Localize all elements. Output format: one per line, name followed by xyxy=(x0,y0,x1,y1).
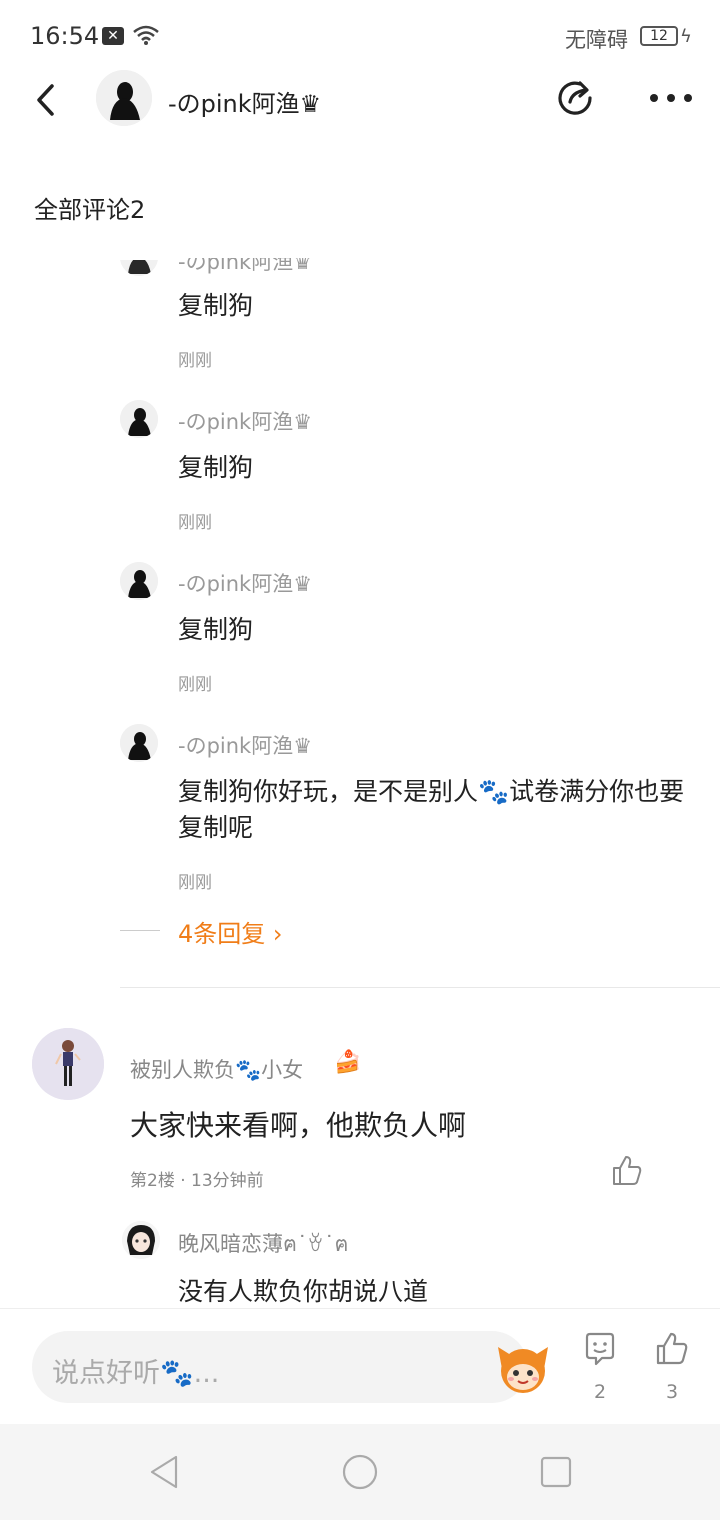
reply-text: 复制狗 xyxy=(178,453,254,482)
reply-text: 复制狗 xyxy=(178,291,254,320)
comment-username[interactable]: 被别人欺负🐾小女 xyxy=(130,1054,303,1084)
reply-username[interactable]: -のpink阿渔♛ xyxy=(178,406,312,436)
nav-back-icon[interactable] xyxy=(144,1452,184,1492)
divider-line xyxy=(120,930,160,931)
status-bar: 16:54 ✕ 无障碍 12 ϟ xyxy=(0,0,720,70)
avatar-silhouette-icon xyxy=(120,724,158,762)
bottom-bar: 说点好听🐾... 2 3 xyxy=(0,1308,720,1424)
more-options-icon[interactable] xyxy=(648,88,694,108)
reply-time: 刚刚 xyxy=(178,873,212,893)
comment-icon xyxy=(585,1332,615,1366)
share-icon[interactable] xyxy=(554,76,598,120)
reply-avatar[interactable] xyxy=(120,260,158,276)
reply-item: -のpink阿渔♛ 复制狗 刚刚 xyxy=(0,230,720,380)
nav-recents-icon[interactable] xyxy=(536,1452,576,1492)
nav-home-icon[interactable] xyxy=(340,1452,380,1492)
status-time: 16:54 xyxy=(30,22,100,50)
comments-section-title: 全部评论2 xyxy=(34,196,146,224)
divider xyxy=(120,987,720,988)
comment-input[interactable]: 说点好听🐾... xyxy=(32,1331,548,1403)
comment-meta: 第2楼 · 13分钟前 xyxy=(130,1171,264,1191)
avatar-silhouette-icon xyxy=(120,400,158,438)
reply-username[interactable]: 晚风暗恋薄ฅ˙ꈊ˙ฅ xyxy=(178,1228,349,1261)
charging-icon: ϟ xyxy=(680,26,692,47)
reply-avatar[interactable] xyxy=(120,724,158,762)
like-count: 3 xyxy=(665,1381,679,1403)
avatar[interactable] xyxy=(32,1028,104,1100)
more-replies-label[interactable]: 4条回复 › xyxy=(178,914,283,949)
comment-text: 大家快来看啊，他欺负人啊 xyxy=(130,1109,467,1142)
reply-item: -のpink阿渔♛ 复制狗你好玩，是不是别人🐾试卷满分你也要复制呢 刚刚 xyxy=(0,724,720,904)
mascot-emoji-icon[interactable] xyxy=(494,1339,552,1397)
reply-avatar[interactable] xyxy=(120,400,158,438)
cake-badge-icon: 🍰 xyxy=(334,1050,362,1075)
like-action[interactable]: 3 xyxy=(652,1331,692,1403)
reply-avatar[interactable] xyxy=(122,1221,160,1259)
reply-username[interactable]: -のpink阿渔♛ xyxy=(178,568,312,598)
header-username[interactable]: -のpink阿渔♛ xyxy=(168,84,321,119)
reply-time: 刚刚 xyxy=(178,675,212,695)
reply-item: -のpink阿渔♛ 复制狗 刚刚 xyxy=(0,562,720,712)
anime-girl-avatar-icon xyxy=(32,1028,104,1100)
thumbs-up-icon xyxy=(656,1332,688,1365)
avatar[interactable] xyxy=(96,70,152,126)
comment-action[interactable]: 2 xyxy=(580,1331,620,1403)
reply-time: 刚刚 xyxy=(178,513,212,533)
notification-icon: ✕ xyxy=(102,27,124,45)
thumbs-up-icon[interactable] xyxy=(610,1154,644,1188)
comment-count: 2 xyxy=(593,1381,607,1403)
reply-text: 没有人欺负你胡说八道 xyxy=(178,1277,429,1306)
battery-indicator: 12 xyxy=(640,26,678,46)
system-nav-bar xyxy=(0,1424,720,1520)
reply-username[interactable]: -のpink阿渔♛ xyxy=(178,258,312,276)
back-arrow-icon[interactable] xyxy=(30,82,66,118)
anime-avatar-icon xyxy=(122,1221,160,1259)
reply-text: 复制狗 xyxy=(178,615,254,644)
accessibility-label: 无障碍 xyxy=(565,28,628,52)
avatar-silhouette-icon xyxy=(120,562,158,600)
reply-avatar[interactable] xyxy=(120,562,158,600)
comment-input-placeholder: 说点好听🐾... xyxy=(52,1358,220,1389)
wifi-icon xyxy=(133,25,159,45)
reply-item: -のpink阿渔♛ 复制狗 刚刚 xyxy=(0,400,720,550)
header: -のpink阿渔♛ xyxy=(0,66,720,130)
reply-text: 复制狗你好玩，是不是别人🐾试卷满分你也要复制呢 xyxy=(178,777,685,842)
avatar-silhouette-icon xyxy=(96,70,152,126)
avatar-silhouette-icon xyxy=(120,260,158,276)
reply-time: 刚刚 xyxy=(178,351,212,371)
reply-username[interactable]: -のpink阿渔♛ xyxy=(178,730,312,760)
